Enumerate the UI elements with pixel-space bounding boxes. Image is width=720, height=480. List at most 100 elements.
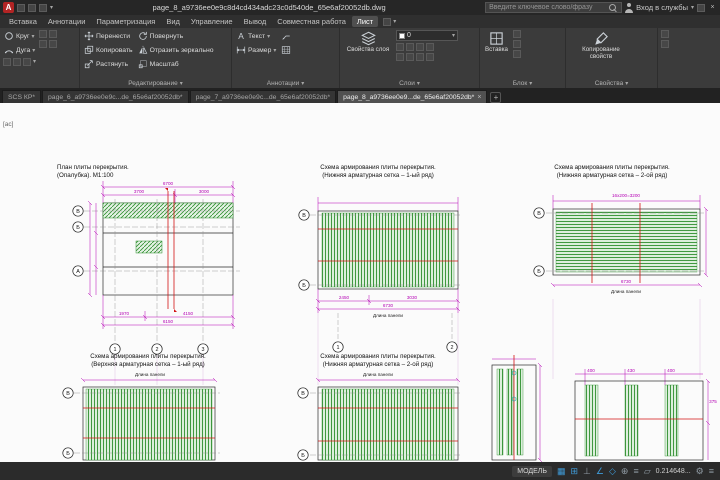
lineweight-icon[interactable]: ≡: [633, 467, 638, 476]
file-tab-page7[interactable]: page_7_a9736ee0e9c...de_65e6af20052db*: [190, 90, 337, 103]
block-tool-icon[interactable]: [513, 50, 521, 58]
table-button[interactable]: [280, 44, 292, 56]
circle-icon: [4, 31, 14, 41]
draw-extra-tool-icon[interactable]: [3, 58, 11, 66]
rotate-button[interactable]: Повернуть: [137, 30, 215, 42]
leader-button[interactable]: [280, 30, 292, 42]
block-panel-caret-icon[interactable]: ▾: [529, 80, 532, 87]
layer-tool-icon[interactable]: [396, 43, 404, 51]
partial-tool-icon[interactable]: [661, 30, 669, 38]
ribbon-collapse-caret-icon[interactable]: ▾: [393, 18, 396, 25]
dimension-caret-icon[interactable]: ▾: [273, 47, 276, 54]
ribbon-tab-manage[interactable]: Управление: [186, 16, 238, 27]
ribbon-tab-collaborate[interactable]: Совместная работа: [272, 16, 351, 27]
layer-tool-icon[interactable]: [416, 43, 424, 51]
circle-caret-icon[interactable]: ▾: [32, 33, 35, 40]
stretch-button[interactable]: Растянуть: [83, 58, 134, 70]
close-icon[interactable]: ×: [708, 3, 717, 12]
annotate-panel-label-text: Аннотации: [267, 80, 300, 87]
search-icon[interactable]: [609, 3, 618, 13]
file-tab-scs[interactable]: SCS КР*: [2, 90, 41, 103]
layer-tool-icon[interactable]: [426, 53, 434, 61]
quick-access-icon[interactable]: [39, 4, 47, 12]
object-snap-icon[interactable]: ◇: [609, 467, 616, 476]
ribbon-tab-parametric[interactable]: Параметризация: [91, 16, 160, 27]
annotate-panel-caret-icon[interactable]: ▾: [301, 80, 304, 87]
file-tab-page6[interactable]: page_6_a9736ee0e9c...de_65e6af20052db*: [42, 90, 189, 103]
app-menu-icon[interactable]: A: [3, 2, 14, 13]
layer-tool-icon[interactable]: [426, 43, 434, 51]
sign-in-caret-icon[interactable]: ▾: [691, 4, 694, 11]
sign-in-button[interactable]: Вход в службы: [636, 3, 688, 12]
draw-extra-tool-icon[interactable]: [23, 58, 31, 66]
draw-extra-tool-icon[interactable]: [49, 30, 57, 38]
ribbon-state-icon[interactable]: [383, 18, 391, 26]
text-caret-icon[interactable]: ▾: [267, 33, 270, 40]
layer-tool-icon[interactable]: [396, 53, 404, 61]
layer-tool-icon[interactable]: [406, 53, 414, 61]
ribbon-tab-layout[interactable]: Лист: [352, 16, 378, 27]
draw-extra-tool-icon[interactable]: [49, 40, 57, 48]
ortho-icon[interactable]: ⊥: [583, 467, 591, 476]
cad-drawing[interactable]: План плиты перекрытия. (Опалубка). М1:10…: [0, 103, 720, 462]
draw-extra-tool-icon[interactable]: [39, 30, 47, 38]
draw-extra-tool-icon[interactable]: [39, 40, 47, 48]
edit-panel-caret-icon[interactable]: ▾: [180, 80, 183, 87]
annotate-panel-label[interactable]: Аннотации▾: [235, 78, 336, 88]
circle-button[interactable]: Круг ▾: [3, 30, 36, 42]
grid-icon[interactable]: ▦: [557, 467, 566, 476]
copy-button[interactable]: Копировать: [83, 44, 134, 56]
ribbon-tab-insert[interactable]: Вставка: [4, 16, 42, 27]
arc-caret-icon[interactable]: ▾: [32, 47, 35, 54]
search-box[interactable]: [485, 2, 622, 13]
ribbon-tab-view[interactable]: Вид: [161, 16, 185, 27]
block-panel-label[interactable]: Блок▾: [483, 78, 562, 88]
text-button[interactable]: Текст▾: [235, 30, 277, 42]
partial-tool-icon[interactable]: [661, 40, 669, 48]
layer-tool-icon[interactable]: [406, 43, 414, 51]
layer-combo-caret-icon[interactable]: ▾: [452, 32, 455, 39]
drawing-area[interactable]: [ас] План плиты перекрытия. (Опалубка): [0, 103, 720, 462]
search-input[interactable]: [489, 4, 607, 11]
model-space-button[interactable]: МОДЕЛЬ: [512, 466, 552, 477]
tab-close-icon[interactable]: ×: [477, 94, 481, 101]
polar-tracking-icon[interactable]: ∠: [596, 467, 604, 476]
layer-combo[interactable]: 0 ▾: [396, 30, 458, 41]
layer-tool-icon[interactable]: [416, 53, 424, 61]
dynamic-input-icon[interactable]: ▱: [644, 467, 651, 476]
block-tool-icon[interactable]: [513, 40, 521, 48]
customize-menu-icon[interactable]: ≡: [709, 467, 714, 476]
properties-panel-label[interactable]: Свойства▾: [569, 78, 654, 88]
ribbon-tab-bar: Вставка Аннотации Параметризация Вид Упр…: [0, 15, 720, 28]
move-button[interactable]: Перенести: [83, 30, 134, 42]
layers-panel-label[interactable]: Слои▾: [343, 78, 476, 88]
quick-access-icon[interactable]: [17, 4, 25, 12]
layer-combo-value: 0: [407, 32, 450, 39]
edit-panel-label[interactable]: Редактирование▾: [83, 78, 228, 88]
file-tab-page8[interactable]: page_8_a9736ee0e9...de_65e6af20052db*×: [337, 90, 487, 103]
arc-button[interactable]: Дуга ▾: [3, 44, 36, 56]
layers-panel-caret-icon[interactable]: ▾: [417, 80, 420, 87]
scale-button[interactable]: Масштаб: [137, 58, 215, 70]
draw-extra-tool-icon[interactable]: [13, 58, 21, 66]
mirror-button[interactable]: Отразить зеркально: [137, 44, 215, 56]
quick-access-icon[interactable]: [28, 4, 36, 12]
snap-icon[interactable]: ⊞: [571, 467, 579, 476]
properties-panel-caret-icon[interactable]: ▾: [625, 80, 628, 87]
insert-block-button[interactable]: Вставка: [483, 30, 510, 78]
ribbon-tab-annotate[interactable]: Аннотации: [43, 16, 91, 27]
dim-label: 1970: [119, 311, 130, 316]
dimension-button[interactable]: Размер▾: [235, 44, 277, 56]
draw-more-caret-icon[interactable]: ▾: [33, 58, 36, 66]
snap-tracking-icon[interactable]: ⊕: [621, 467, 629, 476]
layer-properties-button[interactable]: Свойства слоя: [343, 30, 393, 78]
match-properties-button[interactable]: Копирование свойств: [569, 30, 633, 78]
block-tool-icon[interactable]: [513, 30, 521, 38]
draw-panel-label[interactable]: [3, 78, 76, 88]
ribbon-tab-output[interactable]: Вывод: [239, 16, 272, 27]
new-tab-button[interactable]: +: [490, 92, 501, 103]
app-store-icon[interactable]: [697, 4, 705, 12]
quick-access-caret-icon[interactable]: ▾: [50, 4, 53, 11]
autocad-window: A ▾ page_8_a9736ee0e9c8d4cd434adc23c0d54…: [0, 0, 720, 480]
gear-icon[interactable]: ⚙: [696, 467, 704, 476]
